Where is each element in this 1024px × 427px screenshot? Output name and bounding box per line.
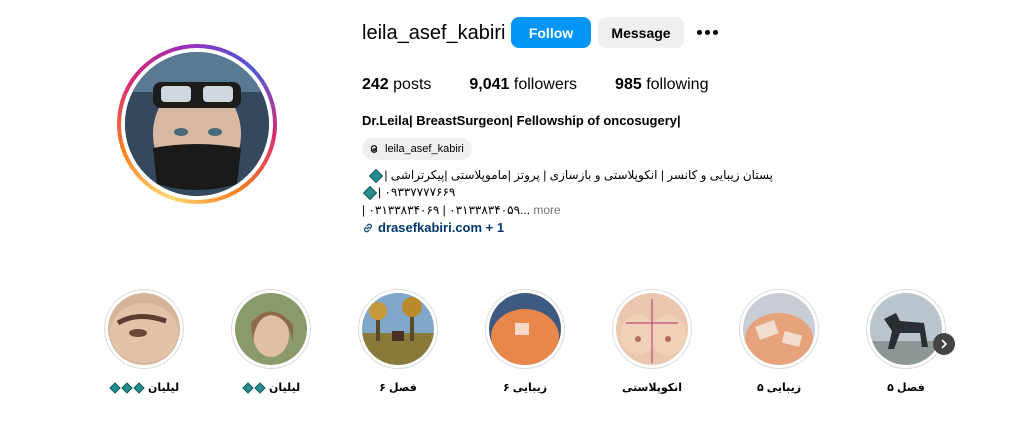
profile-avatar-story-ring[interactable] [117,44,277,204]
highlight-label: لیلیان [104,381,184,394]
bio-name-line: Dr.Leila| BreastSurgeon| Fellowship of o… [362,113,681,128]
highlight-cover[interactable] [739,289,819,369]
avatar-illustration [125,52,269,196]
posts-stat: 242 posts [362,76,431,94]
highlight-label: انکوپلاستی [621,382,683,394]
highlight-image [108,293,180,365]
diamond-emoji-icon [369,168,384,183]
bio-line-phones: | ۰۳۱۳۳۸۳۴۰۶۹ | ۰۳۱۳۳۸۳۴۰۵۹... more [362,202,561,218]
highlight-label-text: لیلیان [147,382,180,394]
highlight-image [489,293,561,365]
profile-avatar [125,52,269,196]
highlight-item[interactable]: انکوپلاستی [612,289,692,394]
threads-badge[interactable]: leila_asef_kabiri [362,138,472,160]
highlight-image [616,293,688,365]
bio-line-services: پستان زیبایی و کانسر | انکوپلاستی و بازس… [362,167,773,183]
highlight-cover[interactable] [358,289,438,369]
highlight-cover[interactable] [485,289,565,369]
avatar-gap [121,48,273,200]
posts-label: posts [393,76,432,93]
highlight-image [743,293,815,365]
highlights-next-button[interactable] [933,333,955,355]
highlight-cover[interactable] [612,289,692,369]
highlight-item[interactable]: زیبایی ۵ [739,289,819,394]
diamond-emoji-icon [242,382,254,394]
diamond-emoji-icon [109,382,121,394]
bio-line-services-text: پستان زیبایی و کانسر | انکوپلاستی و بازس… [384,168,773,182]
diamond-emoji-icon [362,185,378,200]
highlight-image [870,293,942,365]
highlight-image [362,293,434,365]
follow-button[interactable]: Follow [511,17,591,48]
following-count: 985 [615,76,642,93]
highlight-cover[interactable] [104,289,184,369]
following-label: following [646,76,709,93]
highlight-item[interactable]: زیبایی ۶ [485,289,565,394]
bio-line-phone-text: | ۰۹۳۳۷۷۷۷۶۶۹ [378,185,456,199]
highlight-label: فصل ۵ [887,382,925,394]
highlight-label: لیلیان [231,381,311,394]
diamond-emoji-icon [133,382,145,394]
website-link[interactable]: drasefkabiri.com + 1 [362,220,504,235]
threads-handle: leila_asef_kabiri [385,143,464,155]
highlight-item[interactable]: فصل ۶ [358,289,438,394]
highlight-label-text: لیلیان [268,382,301,394]
bio-line-phones-text: | ۰۳۱۳۳۸۳۴۰۶۹ | ۰۳۱۳۳۸۳۴۰۵۹... [362,203,531,217]
chevron-right-icon [941,339,948,349]
profile-username: leila_asef_kabiri [362,22,506,44]
followers-label: followers [513,76,578,93]
link-icon [364,223,372,232]
diamond-emoji-icon [254,382,266,394]
bio-more-link[interactable]: more [533,203,560,217]
highlight-image [235,293,307,365]
following-stat[interactable]: 985 following [615,76,708,94]
diamond-emoji-icon [121,382,133,394]
threads-icon [370,145,378,153]
highlight-cover[interactable] [231,289,311,369]
website-text: drasefkabiri.com + 1 [378,220,505,235]
followers-count: 9,041 [469,76,510,93]
followers-stat[interactable]: 9,041 followers [469,76,577,94]
dot [704,29,710,35]
bio-line-phone: | ۰۹۳۳۷۷۷۷۶۶۹ [362,184,455,200]
highlight-label: زیبایی ۶ [502,382,548,394]
highlight-item[interactable]: لیلیان [104,289,184,394]
posts-count: 242 [362,76,389,93]
dot [696,29,702,35]
dot [712,29,718,35]
highlight-cover[interactable] [866,289,946,369]
profile-stats: 242 posts 9,041 followers 985 following [362,76,746,94]
highlight-label: فصل ۶ [379,382,417,394]
more-options-icon[interactable] [695,20,719,44]
highlight-label: زیبایی ۵ [756,382,802,394]
highlight-item[interactable]: لیلیان [231,289,311,394]
message-button[interactable]: Message [598,17,684,48]
